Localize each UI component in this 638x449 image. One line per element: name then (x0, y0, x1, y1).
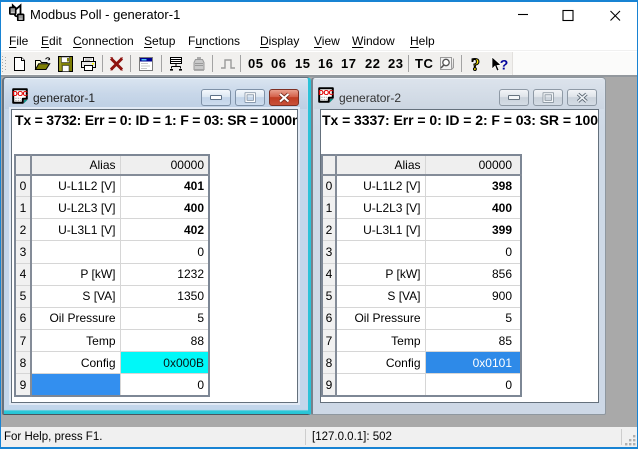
svg-text:DOC: DOC (318, 88, 334, 97)
svg-text:?: ? (500, 57, 509, 73)
svg-text:DOC: DOC (12, 89, 28, 98)
svg-text:?: ? (471, 56, 480, 73)
